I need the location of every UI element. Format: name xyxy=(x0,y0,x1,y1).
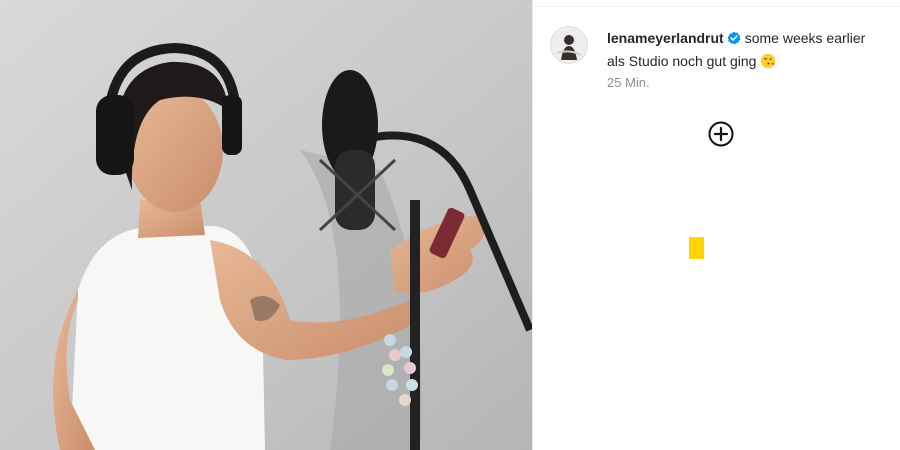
verified-badge-icon xyxy=(727,30,741,51)
yellow-marker xyxy=(689,237,704,259)
post-timestamp: 25 Min. xyxy=(607,75,650,90)
panel-top-border xyxy=(533,6,900,7)
username-link[interactable]: lenameyerlandrut xyxy=(607,30,724,46)
post-viewer: lenameyerlandrut some weeks earlier als S… xyxy=(0,0,900,450)
avatar[interactable] xyxy=(550,26,588,64)
plus-circle-icon[interactable] xyxy=(708,121,734,147)
studio-photo-illustration xyxy=(0,0,532,450)
face-blowing-kiss-icon xyxy=(760,53,776,75)
post-caption: lenameyerlandrut some weeks earlier als S… xyxy=(607,28,877,75)
post-photo[interactable] xyxy=(0,0,532,450)
post-details-panel: lenameyerlandrut some weeks earlier als S… xyxy=(533,0,900,450)
avatar-image xyxy=(551,27,587,63)
